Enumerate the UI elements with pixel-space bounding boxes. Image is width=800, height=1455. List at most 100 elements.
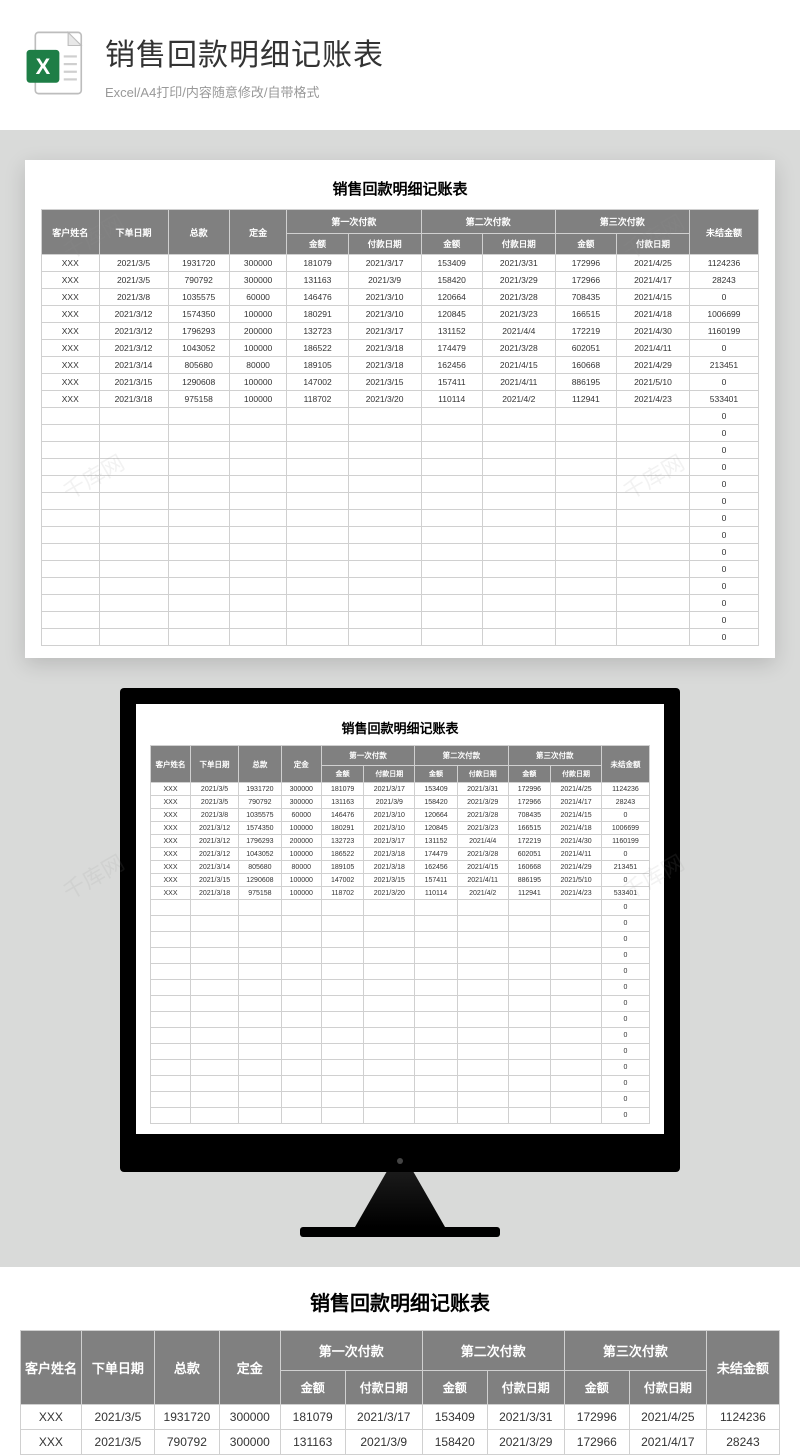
cell-deposit: 300000 [219,1430,280,1455]
cell-p3-date: 2021/4/15 [617,289,690,306]
col-pay1: 第一次付款 [321,746,414,766]
cell-balance: 0 [689,425,758,442]
cell-p3-amount: 166515 [555,306,616,323]
col-pay1-date: 付款日期 [364,766,415,783]
cell-order-date: 2021/3/5 [81,1430,154,1455]
cell-p2-amount: 153409 [415,783,458,796]
cell-total: 975158 [239,887,282,900]
cell-p1-date: 2021/3/18 [348,340,421,357]
cell-p3-date: 2021/4/18 [551,822,602,835]
table-row-empty: 0 [151,916,650,932]
table-row: XXX 2021/3/15 1290608 100000 147002 2021… [42,374,759,391]
col-customer: 客户姓名 [21,1331,82,1405]
col-balance: 未结金额 [601,746,649,783]
cell-p2-date: 2021/4/2 [482,391,555,408]
cell-p3-date: 2021/4/30 [617,323,690,340]
cell-p3-date: 2021/4/23 [551,887,602,900]
cell-order-date: 2021/3/5 [191,783,239,796]
cell-total: 1043052 [239,848,282,861]
cell-order-date: 2021/3/5 [191,796,239,809]
table-row-empty: 0 [151,1028,650,1044]
col-pay2-date: 付款日期 [457,766,508,783]
cell-balance: 1124236 [601,783,649,796]
table-row: XXX 2021/3/5 1931720 300000 181079 2021/… [151,783,650,796]
monitor-mockup: 销售回款明细记账表 客户姓名 下单日期 总款 定金 第一次付款 第二次付款 第三… [0,688,800,1237]
cell-p3-date: 2021/4/17 [629,1430,706,1455]
cell-balance: 0 [601,900,649,916]
cell-deposit: 300000 [229,272,287,289]
cell-p3-amount: 708435 [508,809,551,822]
table-row: XXX 2021/3/5 790792 300000 131163 2021/3… [21,1430,780,1455]
col-order-date: 下单日期 [191,746,239,783]
excel-file-icon: X [20,28,90,103]
cell-p2-amount: 158420 [422,1430,487,1455]
cell-order-date: 2021/3/5 [99,255,168,272]
sheet-title: 销售回款明细记账表 [150,714,650,745]
cell-p2-amount: 157411 [421,374,482,391]
table-row: XXX 2021/3/12 1043052 100000 186522 2021… [151,848,650,861]
col-pay3-date: 付款日期 [617,234,690,255]
cell-balance: 1124236 [689,255,758,272]
cell-p3-amount: 172219 [508,835,551,848]
cell-p1-date: 2021/3/17 [348,323,421,340]
cell-order-date: 2021/3/15 [191,874,239,887]
cell-customer: XXX [42,391,100,408]
cell-p3-amount: 160668 [555,357,616,374]
cell-total: 1035575 [239,809,282,822]
cell-balance: 0 [601,809,649,822]
cell-customer: XXX [151,796,191,809]
col-pay2: 第二次付款 [422,1331,564,1371]
table-row-empty: 0 [42,493,759,510]
table-row: XXX 2021/3/15 1290608 100000 147002 2021… [151,874,650,887]
table-row: XXX 2021/3/12 1796293 200000 132723 2021… [151,835,650,848]
cell-order-date: 2021/3/18 [191,887,239,900]
cell-p3-date: 2021/5/10 [617,374,690,391]
cell-total: 1035575 [168,289,229,306]
cell-p3-amount: 172966 [555,272,616,289]
table-row-empty: 0 [42,476,759,493]
cell-p1-amount: 146476 [287,289,348,306]
cell-p1-date: 2021/3/10 [364,809,415,822]
cell-balance: 0 [689,527,758,544]
table-row: XXX 2021/3/12 1796293 200000 132723 2021… [42,323,759,340]
table-row: XXX 2021/3/18 975158 100000 118702 2021/… [151,887,650,900]
cell-p1-date: 2021/3/9 [364,796,415,809]
cell-balance: 0 [601,948,649,964]
cell-p1-amount: 180291 [287,306,348,323]
cell-p3-amount: 160668 [508,861,551,874]
cell-p1-date: 2021/3/18 [348,357,421,374]
spreadsheet-preview-card: 销售回款明细记账表 客户姓名 下单日期 总款 定金 第一次付款 第二次付款 第三… [25,160,775,658]
cell-p1-date: 2021/3/18 [364,861,415,874]
cell-p2-date: 2021/4/4 [482,323,555,340]
cell-p1-amount: 181079 [321,783,364,796]
table-row: XXX 2021/3/12 1574350 100000 180291 2021… [42,306,759,323]
cell-p1-amount: 118702 [321,887,364,900]
cell-p1-date: 2021/3/10 [348,306,421,323]
cell-customer: XXX [151,874,191,887]
cell-balance: 213451 [601,861,649,874]
cell-p1-date: 2021/3/15 [348,374,421,391]
table-row-empty: 0 [42,442,759,459]
cell-p2-amount: 174479 [421,340,482,357]
cell-p1-date: 2021/3/17 [364,835,415,848]
table-row-empty: 0 [42,612,759,629]
cell-p2-amount: 120664 [421,289,482,306]
table-row-empty: 0 [151,932,650,948]
page-subtitle: Excel/A4打印/内容随意修改/自带格式 [105,82,780,101]
cell-deposit: 60000 [281,809,321,822]
col-pay1-amount: 金额 [280,1371,345,1405]
cell-total: 1796293 [168,323,229,340]
cell-order-date: 2021/3/5 [99,272,168,289]
table-row-empty: 0 [42,578,759,595]
table-row-empty: 0 [42,527,759,544]
cell-p2-date: 2021/3/31 [482,255,555,272]
cell-customer: XXX [151,835,191,848]
cell-p2-amount: 131152 [415,835,458,848]
cell-p1-amount: 131163 [321,796,364,809]
table-row: XXX 2021/3/18 975158 100000 118702 2021/… [42,391,759,408]
page-header: X 销售回款明细记账表 Excel/A4打印/内容随意修改/自带格式 [0,0,800,130]
table-row-empty: 0 [42,459,759,476]
cell-p2-date: 2021/3/29 [482,272,555,289]
cell-order-date: 2021/3/12 [191,822,239,835]
cell-balance: 28243 [601,796,649,809]
